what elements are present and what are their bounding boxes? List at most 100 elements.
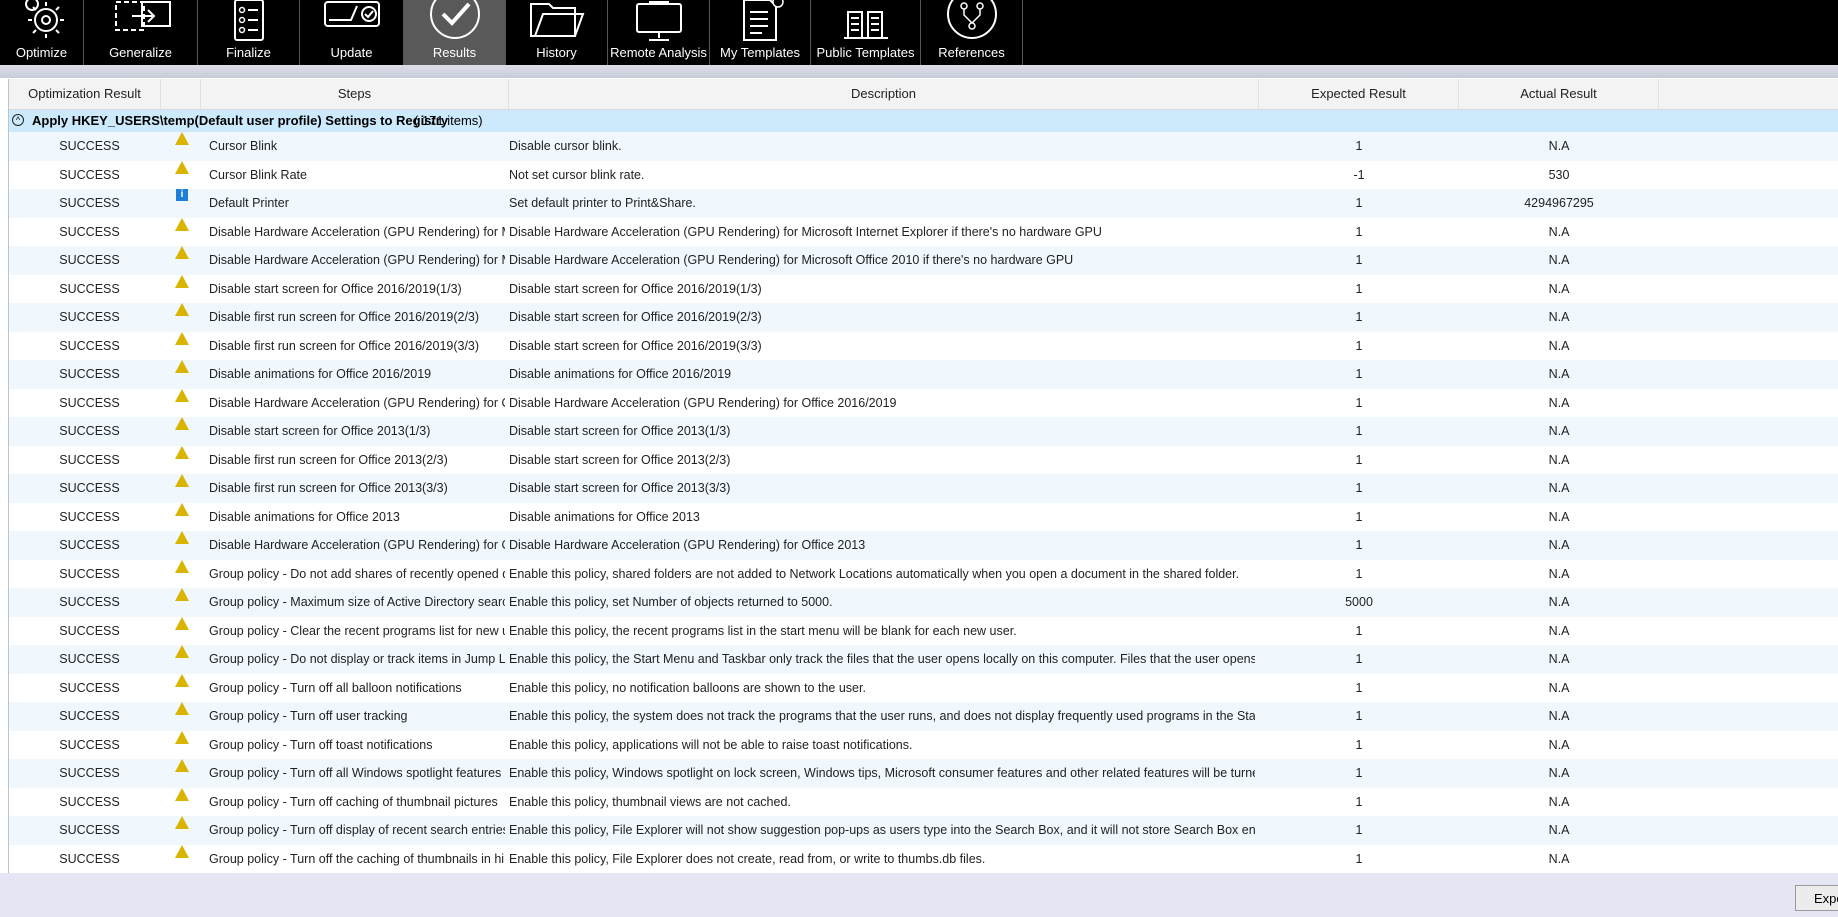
toolbar-generalize[interactable]: Generalize (84, 0, 198, 65)
column-header-actual[interactable]: Actual Result (1459, 79, 1659, 109)
description-cell: Enable this policy, set Number of object… (509, 595, 833, 609)
warning-icon (175, 730, 189, 744)
group-header[interactable]: ^ Apply HKEY_USERS\temp(Default user pro… (9, 110, 1838, 132)
actual-cell: N.A (1548, 224, 1570, 239)
toolbar-label: History (536, 45, 577, 60)
column-header-icon[interactable] (161, 79, 201, 109)
step-cell: Disable Hardware Acceleration (GPU Rende… (209, 395, 505, 410)
status-icon-cell (175, 616, 191, 645)
status-icon-cell (175, 844, 191, 873)
table-row[interactable]: SUCCESS Disable Hardware Acceleration (GP… (9, 246, 1838, 275)
results-grid[interactable]: Optimization Result Steps Description Ex… (8, 79, 1838, 873)
toolbar-optimize[interactable]: Optimize (0, 0, 84, 65)
table-row[interactable]: SUCCESS Group policy - Maximum size of Ac… (9, 588, 1838, 617)
description-cell: Enable this policy, the Start Menu and T… (509, 652, 1255, 666)
description-cell: Disable start screen for Office 2013(1/3… (509, 424, 731, 438)
table-row[interactable]: SUCCESS Group policy - Turn off all Windo… (9, 759, 1838, 788)
toolbar-label: My Templates (720, 45, 800, 60)
actual-cell: N.A (1548, 481, 1570, 495)
toolbar-references[interactable]: References (921, 0, 1023, 65)
status-icon-cell (175, 246, 191, 274)
description-cell: Disable Hardware Acceleration (GPU Rende… (509, 538, 866, 552)
actual-cell: N.A (1548, 367, 1570, 381)
step-cell: Disable start screen for Office 2016/201… (209, 281, 462, 296)
expected-cell: 1 (1355, 338, 1363, 353)
table-row[interactable]: SUCCESS Group policy - Turn off user trac… (9, 702, 1838, 731)
table-row[interactable]: SUCCESS Group policy - Turn off caching o… (9, 787, 1838, 817)
table-row[interactable]: SUCCESS Disable Hardware Acceleration (GP… (9, 388, 1838, 418)
group-title: Apply HKEY_USERS\temp(Default user profi… (32, 113, 449, 128)
step-cell: Group policy - Clear the recent programs… (209, 623, 505, 638)
collapse-toggle-icon[interactable]: ^ (12, 114, 24, 126)
footer-bar (0, 873, 1838, 917)
toolbar-my-templates[interactable]: My Templates (710, 0, 811, 65)
table-row[interactable]: SUCCESS Group policy - Turn off toast not… (9, 730, 1838, 760)
step-cell: Group policy - Turn off all balloon noti… (209, 680, 462, 695)
description-cell: Not set cursor blink rate. (509, 167, 645, 182)
table-row[interactable]: SUCCESS Group policy - Turn off the cachi… (9, 844, 1838, 874)
column-header-result[interactable]: Optimization Result (9, 79, 161, 109)
table-row[interactable]: SUCCESS Disable first run screen for Offi… (9, 303, 1838, 332)
result-cell: SUCCESS (59, 851, 120, 866)
expected-cell: 1 (1355, 737, 1363, 752)
toolbar-history[interactable]: History (506, 0, 608, 65)
result-cell: SUCCESS (59, 139, 120, 153)
table-row[interactable]: SUCCESS Group policy - Clear the recent p… (9, 616, 1838, 646)
column-header-description[interactable]: Description (509, 79, 1259, 109)
table-row[interactable]: SUCCESS Disable animations for Office 201… (9, 360, 1838, 389)
step-cell: Cursor Blink (209, 139, 278, 153)
actual-cell: N.A (1548, 253, 1570, 267)
table-row[interactable]: SUCCESS i Default Printer Set default print… (9, 189, 1838, 218)
toolbar-remote-analysis[interactable]: Remote Analysis (608, 0, 710, 65)
table-row[interactable]: SUCCESS Disable start screen for Office 2… (9, 274, 1838, 304)
result-cell: SUCCESS (59, 224, 120, 239)
expected-cell: 1 (1355, 766, 1363, 780)
toolbar-finalize[interactable]: Finalize (198, 0, 300, 65)
warning-icon (175, 360, 189, 373)
step-cell: Disable first run screen for Office 2013… (209, 452, 448, 467)
toolbar-results[interactable]: Results (404, 0, 506, 65)
table-row[interactable]: SUCCESS Disable first run screen for Offi… (9, 474, 1838, 503)
table-row[interactable]: SUCCESS Group policy - Do not display or … (9, 645, 1838, 674)
column-header-steps[interactable]: Steps (201, 79, 509, 109)
result-cell: SUCCESS (59, 566, 120, 581)
table-row[interactable]: SUCCESS Group policy - Do not add shares … (9, 559, 1838, 589)
result-cell: SUCCESS (59, 281, 120, 296)
toolbar-public-templates[interactable]: Public Templates (811, 0, 921, 65)
table-row[interactable]: SUCCESS Disable start screen for Office 2… (9, 417, 1838, 446)
table-row[interactable]: SUCCESS Group policy - Turn off all ballo… (9, 673, 1838, 703)
description-cell: Disable Hardware Acceleration (GPU Rende… (509, 395, 897, 410)
table-row[interactable]: SUCCESS Disable Hardware Acceleration (GP… (9, 217, 1838, 247)
actual-cell: N.A (1548, 566, 1570, 581)
status-icon-cell (175, 531, 191, 559)
table-row[interactable]: SUCCESS Group policy - Turn off display o… (9, 816, 1838, 845)
warning-icon (175, 559, 189, 573)
toolbar-update[interactable]: Update (300, 0, 404, 65)
description-cell: Disable start screen for Office 2013(3/3… (509, 481, 731, 495)
step-cell: Group policy - Turn off caching of thumb… (209, 794, 498, 809)
table-row[interactable]: SUCCESS Disable Hardware Acceleration (GP… (9, 531, 1838, 560)
table-row[interactable]: SUCCESS Disable first run screen for Offi… (9, 445, 1838, 475)
grid-header: Optimization Result Steps Description Ex… (9, 79, 1838, 110)
step-cell: Group policy - Maximum size of Active Di… (209, 595, 505, 609)
actual-cell: N.A (1548, 310, 1570, 324)
table-row[interactable]: SUCCESS Cursor Blink Rate Not set cursor b… (9, 160, 1838, 190)
table-row[interactable]: SUCCESS Disable animations for Office 201… (9, 502, 1838, 532)
expected-cell: 1 (1355, 680, 1363, 695)
toolbar-label: Public Templates (816, 45, 915, 60)
status-icon-cell: i (175, 189, 191, 217)
actual-cell: N.A (1548, 395, 1570, 410)
status-icon-cell (175, 559, 191, 588)
actual-cell: N.A (1548, 794, 1570, 809)
public-templates-icon (843, 11, 888, 39)
toolbar-label: References (938, 45, 1005, 60)
status-icon-cell (175, 474, 191, 502)
column-header-expected[interactable]: Expected Result (1259, 79, 1459, 109)
actual-cell: 4294967295 (1524, 196, 1594, 210)
table-row[interactable]: SUCCESS Disable first run screen for Offi… (9, 331, 1838, 361)
export-button[interactable]: Expo (1795, 885, 1838, 911)
warning-icon (175, 474, 189, 487)
description-cell: Enable this policy, no notification ball… (509, 680, 866, 695)
table-row[interactable]: SUCCESS Cursor Blink Disable cursor blink.… (9, 132, 1838, 161)
step-cell: Group policy - Turn off toast notificati… (209, 737, 433, 752)
